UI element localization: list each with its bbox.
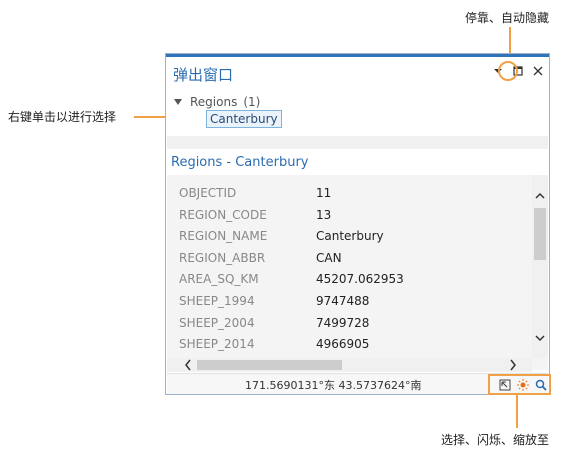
zoom-icon — [535, 379, 547, 391]
popup-window: 弹出窗口 Regions (1) Canterbury Regions - Ca… — [165, 53, 551, 395]
scroll-right-icon[interactable] — [510, 359, 517, 373]
flash-icon — [516, 379, 529, 391]
attr-key: SHEEP_2004 — [179, 316, 255, 330]
horizontal-scrollbar[interactable] — [167, 358, 532, 372]
attr-value: Canterbury — [316, 229, 384, 243]
window-title: 弹出窗口 — [173, 66, 234, 84]
attr-value: 13 — [316, 208, 332, 222]
scroll-down-icon[interactable] — [535, 332, 545, 344]
tree-layer-count: (1) — [243, 95, 261, 109]
table-row: REGION_CODE 13 — [179, 208, 331, 228]
table-row: OBJECTID 11 — [179, 186, 331, 206]
attr-value: 11 — [316, 186, 332, 200]
attr-value: CAN — [316, 251, 342, 265]
callout-tools-line — [516, 395, 518, 428]
callout-right-click-label: 右键单击以进行选择 — [8, 110, 117, 124]
attr-key: SHEEP_2014 — [179, 337, 255, 351]
callout-dock-label: 停靠、自动隐藏 — [465, 11, 550, 25]
attr-value: 9747488 — [316, 294, 370, 308]
attr-key: AREA_SQ_KM — [179, 272, 259, 286]
table-row: REGION_NAME Canterbury — [179, 229, 384, 249]
tools-highlight-box — [488, 374, 551, 395]
close-icon — [533, 66, 543, 76]
table-row: AREA_SQ_KM 45207.062953 — [179, 272, 404, 292]
table-row: SHEEP_2014 4966905 — [179, 337, 369, 357]
tree-layer-row[interactable]: Regions (1) — [174, 94, 260, 110]
feature-tree: Regions (1) — [174, 94, 260, 110]
collapse-triangle-icon[interactable] — [174, 99, 182, 105]
horizontal-scroll-thumb[interactable] — [197, 360, 342, 370]
dock-highlight-ring — [498, 61, 518, 81]
select-button[interactable] — [498, 379, 511, 392]
attr-key: REGION_CODE — [179, 208, 267, 222]
attr-value: 7499728 — [316, 316, 370, 330]
section-title: Regions - Canterbury — [171, 155, 309, 170]
attr-key: SHEEP_1994 — [179, 294, 255, 308]
scroll-up-icon[interactable] — [535, 189, 545, 201]
callout-tools-label: 选择、闪烁、缩放至 — [441, 433, 550, 447]
tree-feature-item[interactable]: Canterbury — [206, 110, 282, 128]
zoom-button[interactable] — [534, 379, 547, 392]
window-top-border — [166, 54, 549, 57]
status-bar: 171.5690131°东 43.5737624°南 — [167, 373, 551, 395]
close-button[interactable] — [531, 64, 545, 78]
separator-band — [167, 136, 548, 149]
vertical-scroll-thumb[interactable] — [534, 208, 546, 260]
attribute-table: OBJECTID 11 REGION_CODE 13 REGION_NAME C… — [167, 175, 548, 370]
attr-key: OBJECTID — [179, 186, 237, 200]
table-row: SHEEP_2004 7499728 — [179, 316, 369, 336]
attr-value: 45207.062953 — [316, 272, 404, 286]
coordinate-readout: 171.5690131°东 43.5737624°南 — [245, 379, 422, 392]
vertical-scrollbar[interactable] — [532, 175, 548, 358]
flash-button[interactable] — [516, 379, 529, 392]
table-row: REGION_ABBR CAN — [179, 251, 342, 271]
attr-key: REGION_NAME — [179, 229, 268, 243]
table-row: SHEEP_1994 9747488 — [179, 294, 369, 314]
scroll-left-icon[interactable] — [184, 359, 191, 373]
tree-layer-name: Regions — [190, 95, 238, 109]
attr-key: REGION_ABBR — [179, 251, 266, 265]
attr-value: 4966905 — [316, 337, 370, 351]
select-icon — [499, 379, 510, 391]
